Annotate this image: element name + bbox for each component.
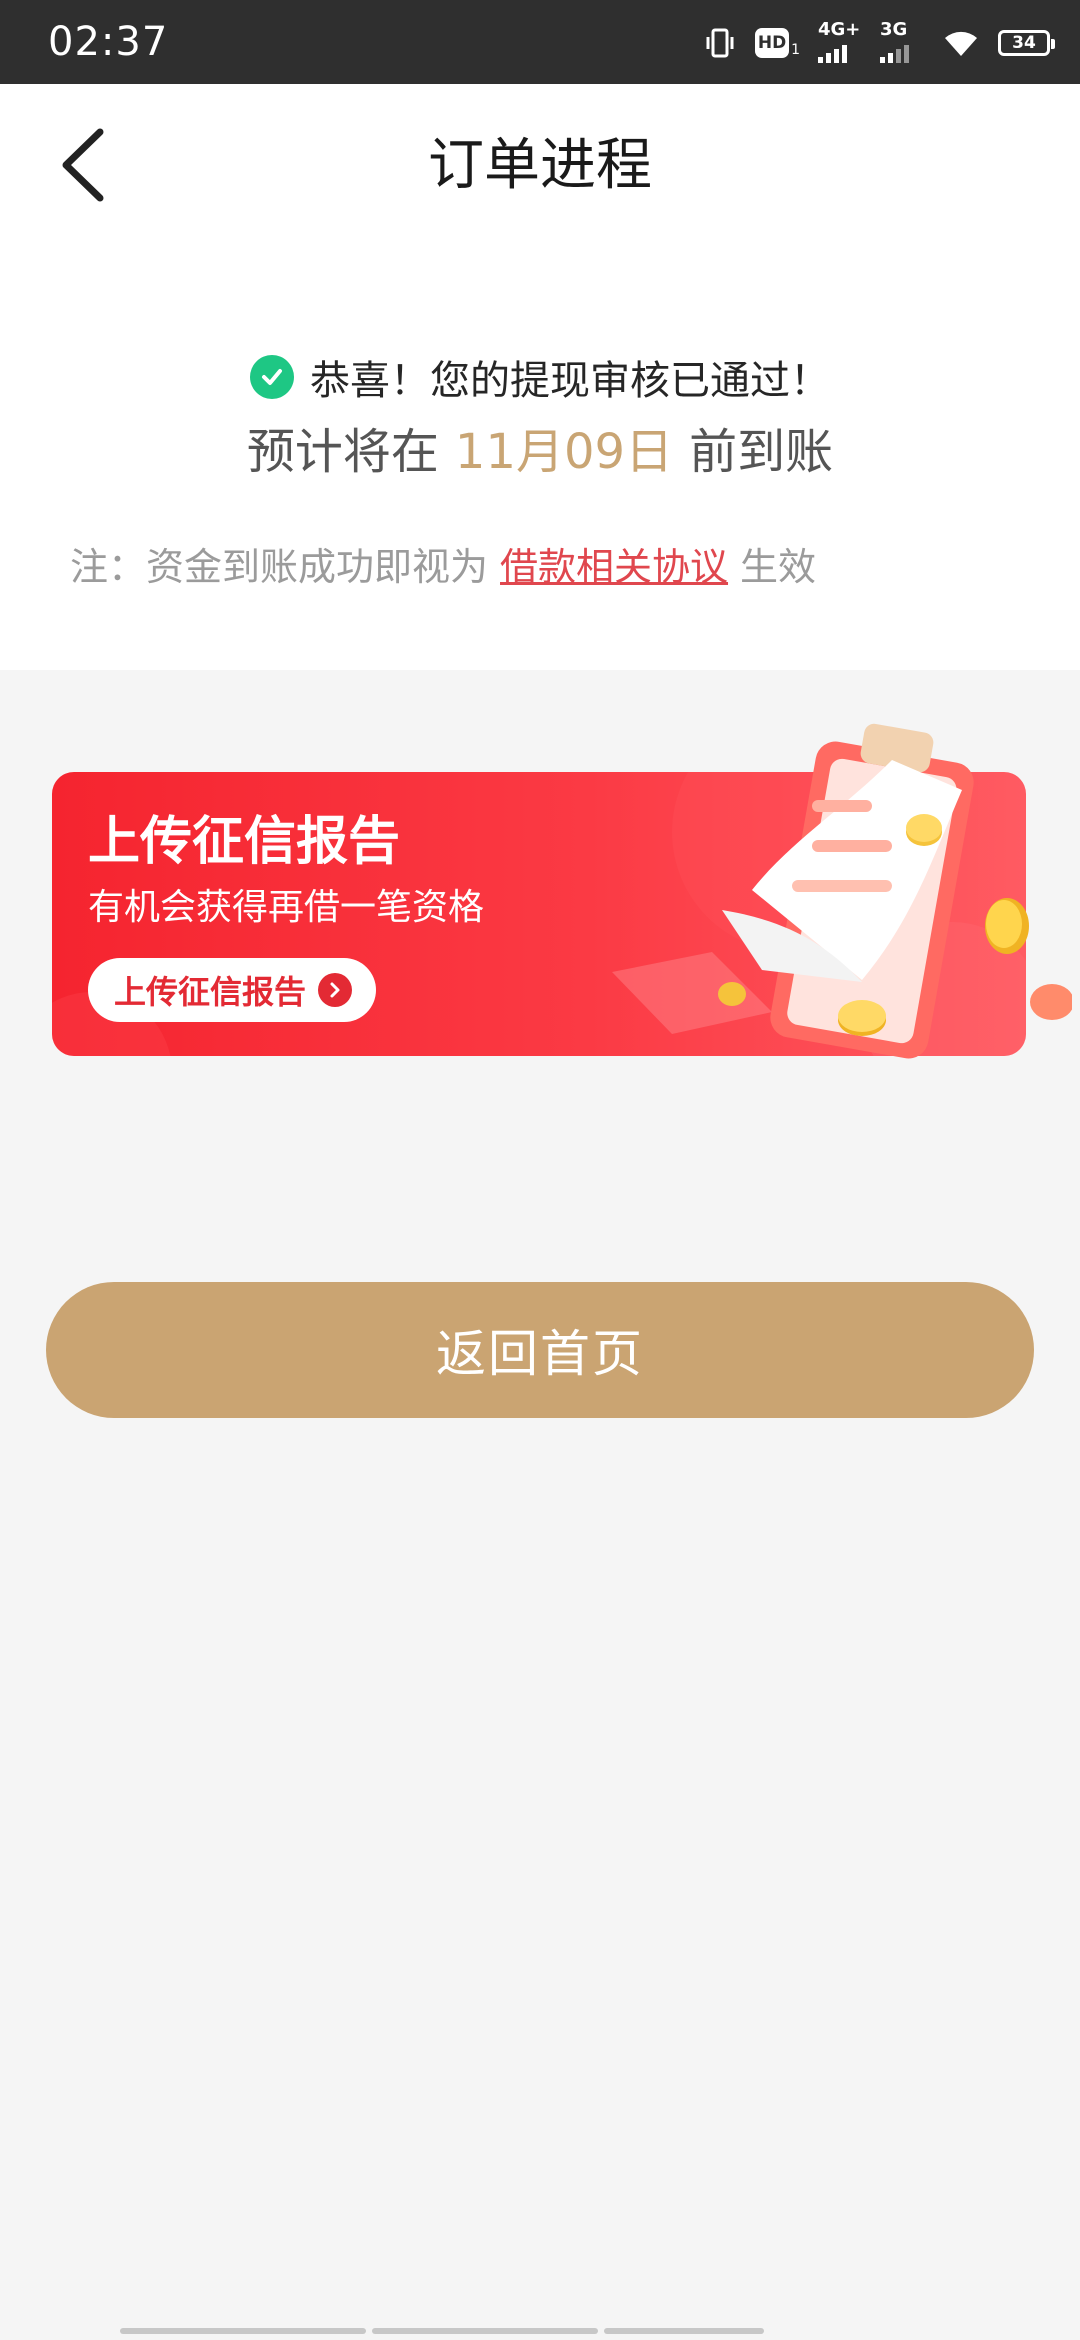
network-label-1: 4G+ [818,19,861,40]
status-time: 02:37 [48,19,169,65]
loan-agreement-link[interactable]: 借款相关协议 [500,545,728,589]
order-progress-section: 订单进程 恭喜！您的提现审核已通过！ 预计将在 11月09日 前到账 注：资金到账成… [0,84,1080,670]
note-suffix: 生效 [740,545,817,589]
gesture-bar [120,2328,960,2334]
status-icons: HD 1 4G+ 3G 34 [703,19,1055,64]
return-home-label: 返回首页 [436,1325,644,1383]
battery-icon: 34 [998,30,1055,56]
wifi-icon [945,31,977,56]
success-text: 恭喜！您的提现审核已通过！ [310,358,830,404]
signal-4g-icon: 4G+ [818,19,862,63]
network-label-2: 3G [880,19,908,40]
upload-button-label: 上传征信报告 [114,973,307,1011]
hd-voice-icon: HD 1 [755,28,800,58]
clipboard-coins-illustration [718,723,1072,1059]
agreement-note: 注：资金到账成功即视为 借款相关协议 生效 [70,542,816,592]
eta-date: 11月09日 [454,424,674,480]
note-prefix: 注：资金到账成功即视为 [70,545,489,589]
battery-level: 34 [1012,33,1036,53]
signal-3g-icon: 3G [880,19,924,63]
eta-prefix: 预计将在 [246,424,439,480]
hd-label: HD [755,28,790,58]
eta-message: 预计将在 11月09日 前到账 [0,420,1080,484]
chevron-right-icon [318,973,353,1007]
page-title: 订单进程 [428,133,652,198]
vibrate-icon [706,28,734,58]
hd-sub: 1 [791,42,800,58]
banner-subtitle: 有机会获得再借一笔资格 [88,887,485,928]
credit-report-banner[interactable]: 上传征信报告 有机会获得再借一笔资格 上传征信报告 [52,723,1072,1059]
upload-credit-report-button[interactable]: 上传征信报告 [88,958,377,1022]
status-bar: 02:37 HD 1 4G+ 3G 34 [0,0,1080,84]
eta-suffix: 前到账 [689,424,834,480]
banner-title: 上传征信报告 [88,812,401,872]
return-home-button[interactable]: 返回首页 [46,1282,1034,1418]
success-message: 恭喜！您的提现审核已通过！ [0,348,1080,406]
check-circle-icon [250,355,294,399]
